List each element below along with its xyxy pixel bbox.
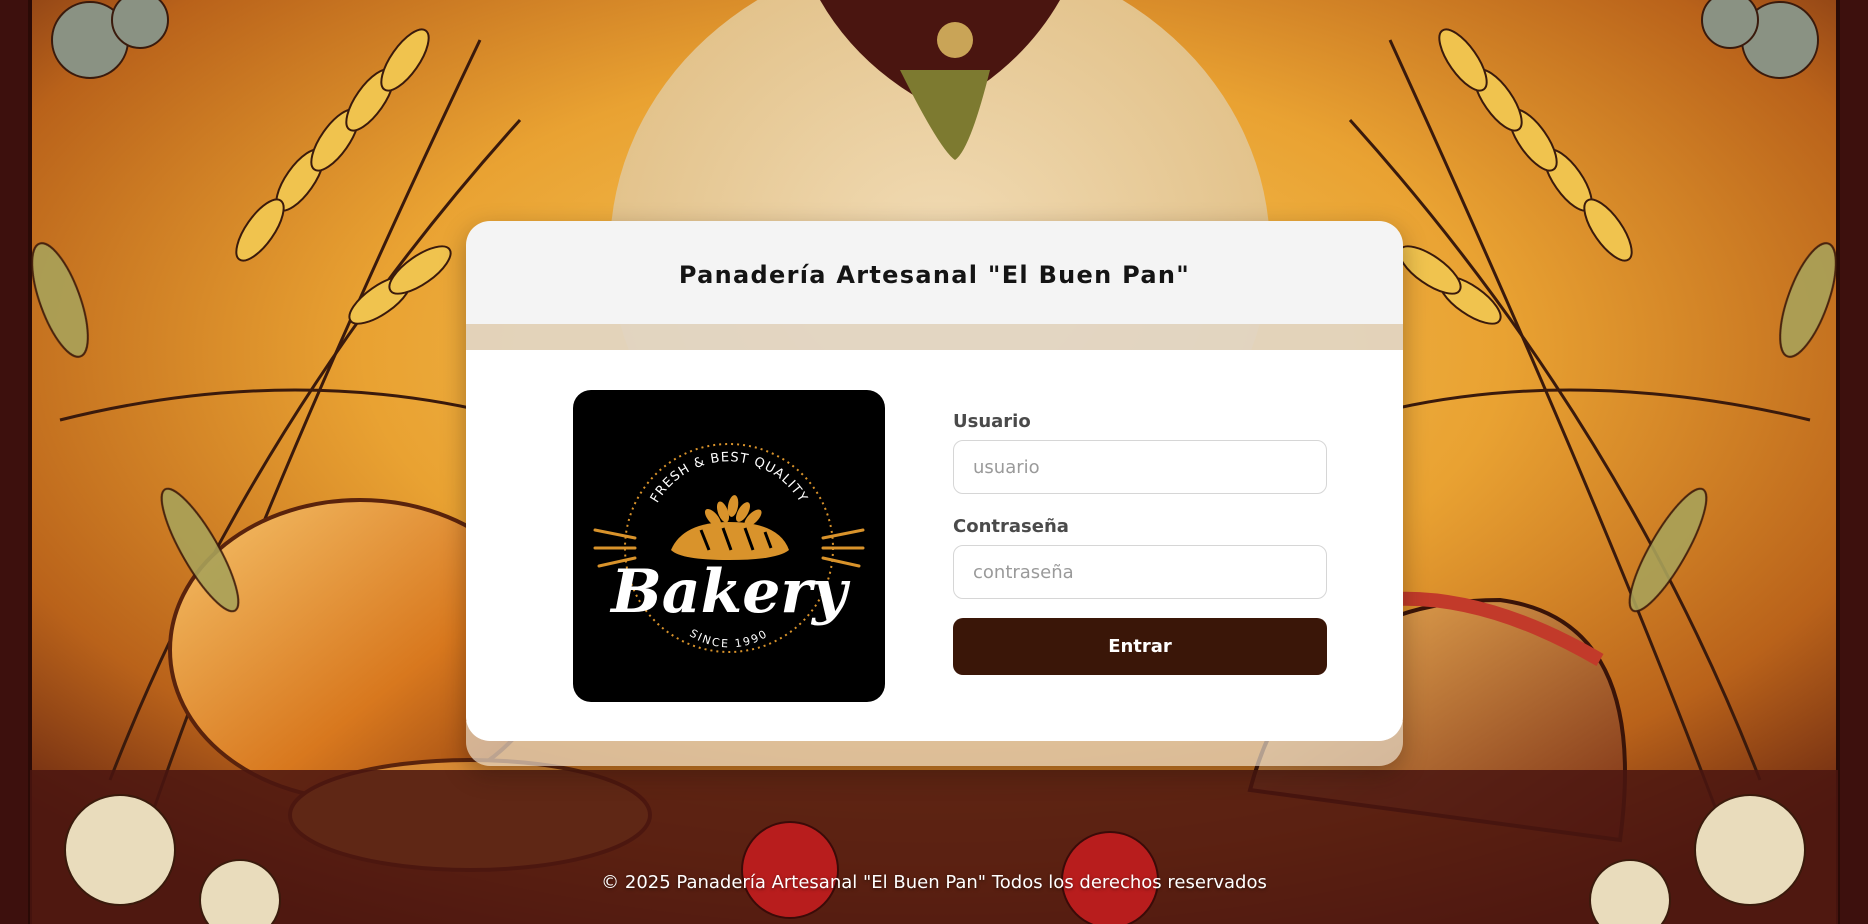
password-label: Contraseña xyxy=(953,516,1069,537)
logo-arc-text: FRESH & BEST QUALITY xyxy=(648,450,810,505)
login-card: Panadería Artesanal "El Buen Pan" FRESH … xyxy=(466,221,1403,766)
card-header: Panadería Artesanal "El Buen Pan" xyxy=(466,221,1403,324)
card-body: FRESH & BEST QUALITY Bakery SINCE 1990 U… xyxy=(466,350,1403,741)
username-input[interactable] xyxy=(953,440,1327,494)
header-divider-strip xyxy=(466,324,1403,350)
bakery-logo: FRESH & BEST QUALITY Bakery SINCE 1990 xyxy=(573,390,885,702)
login-button[interactable]: Entrar xyxy=(953,618,1327,675)
username-label: Usuario xyxy=(953,411,1031,432)
footer-copyright: © 2025 Panadería Artesanal "El Buen Pan"… xyxy=(601,872,1267,893)
logo-brand-text: Bakery xyxy=(609,557,851,627)
page-title: Panadería Artesanal "El Buen Pan" xyxy=(678,260,1191,289)
password-input[interactable] xyxy=(953,545,1327,599)
login-form: Usuario Contraseña Entrar xyxy=(953,410,1327,675)
login-page: Panadería Artesanal "El Buen Pan" FRESH … xyxy=(0,0,1868,924)
